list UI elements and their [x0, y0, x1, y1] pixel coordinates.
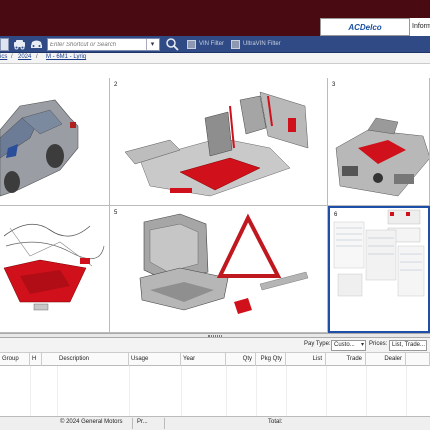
column-header-dealer[interactable]: Dealer [366, 353, 406, 366]
main-toolbar: ▾ VIN Filter UltraVIN Filter [0, 36, 430, 53]
column-header-list[interactable]: List [286, 353, 326, 366]
ultravin-filter-label: UltraVIN Filter [243, 41, 281, 47]
app-header: ACDelco Inform [0, 0, 430, 36]
column-divider [366, 366, 367, 416]
footer-divider [164, 418, 165, 429]
column-divider [226, 366, 227, 416]
search-box[interactable]: ▾ [47, 38, 160, 51]
search-zoom-icon[interactable] [165, 37, 180, 51]
column-header-year[interactable]: Year [181, 353, 226, 366]
column-header-pkg-qty[interactable]: Pkg Qty [256, 353, 286, 366]
column-header-extra [406, 353, 430, 366]
column-header-trade[interactable]: Trade [326, 353, 366, 366]
illustration-cell-engine[interactable]: 3 [328, 78, 430, 206]
status-footer: © 2024 General Motors Pr... Total: [0, 416, 430, 430]
ultravin-filter-checkbox[interactable] [231, 40, 240, 49]
illustration-cell-seats[interactable]: 2 [110, 78, 328, 206]
prices-select[interactable]: List, Trade... [389, 340, 427, 351]
footer-divider [132, 418, 133, 429]
chevron-down-icon: ▾ [360, 342, 364, 348]
column-header-description[interactable]: Description [57, 353, 129, 366]
engine-illustration [335, 117, 429, 197]
acdelco-logo[interactable]: ACDelco [320, 18, 410, 36]
brand-logo-text: ACDelco [348, 22, 382, 32]
pay-type-select[interactable]: Custo... ▾ [331, 340, 366, 351]
vehicle-body-illustration [0, 99, 79, 197]
breadcrumb-item-model[interactable]: M - 6M1 - Lyriq [46, 54, 86, 60]
information-tab[interactable]: Inform [410, 18, 430, 36]
parts-table-body [0, 366, 430, 416]
column-divider [406, 366, 407, 416]
column-header-group[interactable]: Group [0, 353, 30, 366]
breadcrumb-separator: / [36, 54, 38, 60]
column-divider [129, 366, 130, 416]
wiring-illustration [3, 223, 105, 311]
pay-type-label: Pay Type: [304, 341, 331, 347]
column-divider [286, 366, 287, 416]
column-divider [30, 366, 31, 416]
illustration-cell-wiring[interactable] [0, 206, 110, 333]
column-divider [326, 366, 327, 416]
vin-filter-checkbox[interactable] [187, 40, 196, 49]
seat-frame-illustration [139, 213, 309, 314]
price-filter-bar: Pay Type: Custo... ▾ Prices: List, Trade… [0, 338, 430, 353]
column-divider [181, 366, 182, 416]
illustration-cell-seat-frame[interactable]: 5 [110, 206, 328, 333]
seats-illustration [124, 91, 309, 197]
column-header-h[interactable]: H [30, 353, 42, 366]
breadcrumb: ics / 2024 / M - 6M1 - Lyriq [0, 53, 430, 64]
footer-status-text: Pr... [137, 419, 148, 425]
diagram-thumbnails [333, 209, 425, 297]
breadcrumb-item-catalog[interactable]: ics [0, 54, 7, 60]
column-header-qty[interactable]: Qty [226, 353, 256, 366]
total-label: Total: [268, 419, 283, 425]
vehicle-icon[interactable] [12, 37, 27, 51]
column-divider [57, 366, 58, 416]
vin-filter-label: VIN Filter [199, 41, 225, 47]
chevron-down-icon[interactable]: ▾ [146, 39, 158, 50]
column-divider [256, 366, 257, 416]
breadcrumb-item-year[interactable]: 2024 [18, 54, 31, 60]
illustration-grid: 2 3 5 6 [0, 78, 430, 333]
splitter-grip-icon[interactable] [208, 335, 222, 337]
column-header-usage[interactable]: Usage [129, 353, 181, 366]
prices-label: Prices: [369, 341, 388, 347]
copyright-text: © 2024 General Motors [60, 419, 123, 425]
car-front-icon[interactable] [29, 37, 44, 51]
illustration-cell-body[interactable] [0, 78, 110, 206]
pay-type-value: Custo... [334, 342, 355, 348]
toolbar-left-button[interactable] [0, 38, 9, 51]
illustration-cell-diagrams[interactable]: 6 [328, 206, 430, 333]
prices-value: List, Trade... [392, 342, 426, 348]
breadcrumb-separator: / [11, 54, 13, 60]
parts-table-header: Group H Description Usage Year Qty Pkg Q… [0, 353, 430, 366]
search-input[interactable] [50, 39, 146, 50]
